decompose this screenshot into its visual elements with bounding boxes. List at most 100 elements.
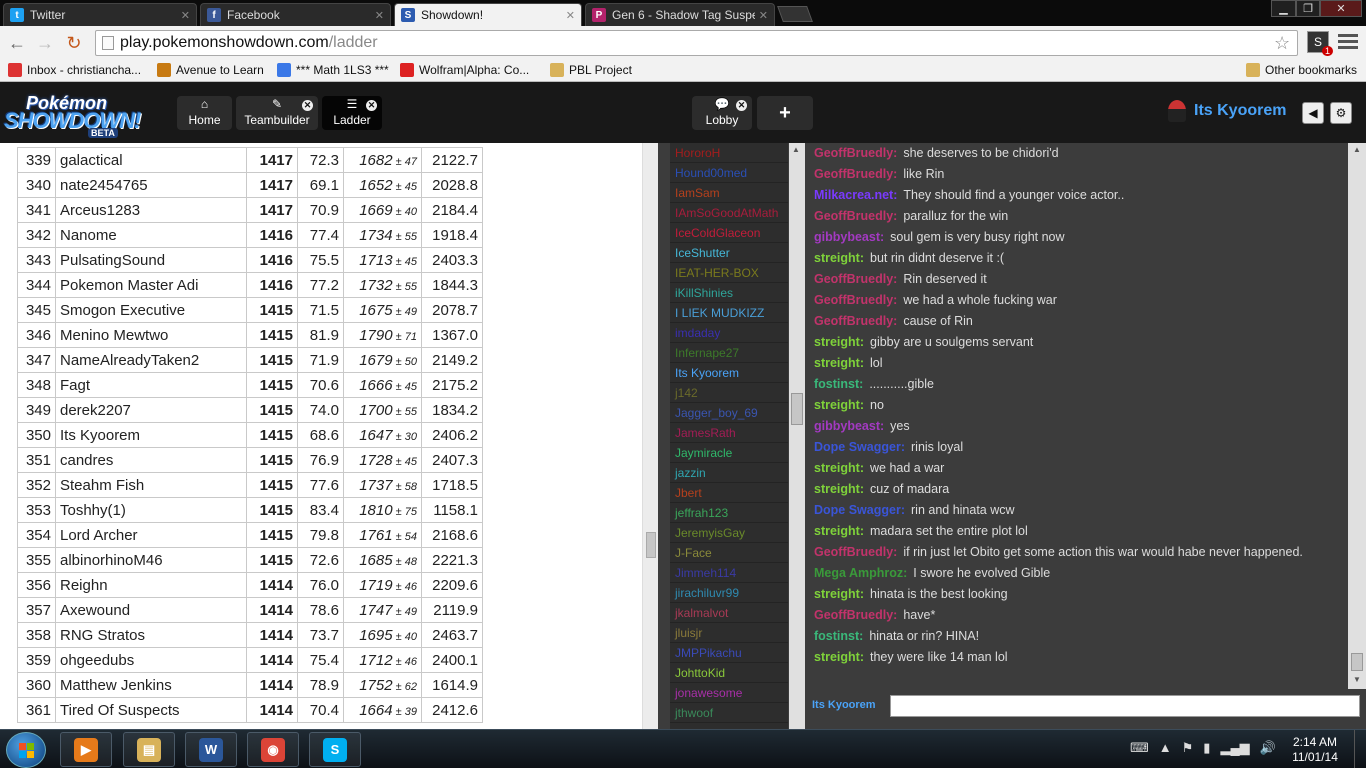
browser-tab[interactable]: S Showdown! ✕ <box>394 3 582 26</box>
reload-icon[interactable]: ↻ <box>63 32 85 54</box>
bookmark-item[interactable]: Inbox - christiancha... <box>8 63 141 77</box>
showdown-logo[interactable]: Pokémon SHOWDOWN! BETA <box>4 90 149 138</box>
ladder-row[interactable]: 353 Toshhy(1) 1415 83.4 1810 ± 75 1158.1 <box>17 497 483 523</box>
ladder-row[interactable]: 342 Nanome 1416 77.4 1734 ± 55 1918.4 <box>17 222 483 248</box>
ladder-row[interactable]: 360 Matthew Jenkins 1414 78.9 1752 ± 62 1614.… <box>17 672 483 698</box>
chat-username[interactable]: streight: <box>814 251 864 265</box>
ladder-row[interactable]: 357 Axewound 1414 78.6 1747 ± 49 2119.9 <box>17 597 483 623</box>
start-button[interactable] <box>6 732 46 768</box>
ladder-row[interactable]: 358 RNG Stratos 1414 73.7 1695 ± 40 2463.7 <box>17 622 483 648</box>
chat-username[interactable]: streight: <box>814 587 864 601</box>
chat-username[interactable]: Dope Swagger: <box>814 503 905 517</box>
room-tab-lobby[interactable]: 💬 Lobby ✕ <box>692 96 752 130</box>
ladder-row[interactable]: 346 Menino Mewtwo 1415 81.9 1790 ± 71 1367.0 <box>17 322 483 348</box>
new-tab-button[interactable] <box>777 6 813 22</box>
taskbar-app[interactable]: ▤ <box>123 732 175 767</box>
ladder-row[interactable]: 341 Arceus1283 1417 70.9 1669 ± 40 2184.4 <box>17 197 483 223</box>
minimize-button[interactable]: ▁ <box>1271 0 1296 17</box>
menu-hamburger-icon[interactable] <box>1338 34 1358 52</box>
userlist-item[interactable]: JohttoKid <box>670 663 788 683</box>
chat-username[interactable]: streight: <box>814 482 864 496</box>
bookmark-star-icon[interactable]: ☆ <box>1274 33 1290 54</box>
bookmark-item[interactable]: Avenue to Learn <box>157 63 264 77</box>
browser-tab[interactable]: P Gen 6 - Shadow Tag Suspe ✕ <box>585 3 775 26</box>
ladder-row[interactable]: 354 Lord Archer 1415 79.8 1761 ± 54 2168.6 <box>17 522 483 548</box>
scrollbar-thumb[interactable] <box>1351 653 1363 671</box>
chat-username[interactable]: Dope Swagger: <box>814 440 905 454</box>
chat-username[interactable]: streight: <box>814 650 864 664</box>
taskbar-app[interactable]: ◉ <box>247 732 299 767</box>
userlist-item[interactable]: Jimmeh114 <box>670 563 788 583</box>
other-bookmarks[interactable]: Other bookmarks <box>1246 63 1357 77</box>
chat-username[interactable]: streight: <box>814 524 864 538</box>
close-tab-icon[interactable]: ✕ <box>375 9 384 22</box>
network-icon[interactable]: ▂▄▆ <box>1220 740 1249 756</box>
close-tab-icon[interactable]: ✕ <box>566 9 575 22</box>
userlist-item[interactable]: Hound00med <box>670 163 788 183</box>
chat-username[interactable]: gibbybeast: <box>814 230 884 244</box>
ladder-row[interactable]: 344 Pokemon Master Adi 1416 77.2 1732 ± 55 18… <box>17 272 483 298</box>
chat-username[interactable]: Milkacrea.net: <box>814 188 897 202</box>
userlist-item[interactable]: Jagger_boy_69 <box>670 403 788 423</box>
ladder-row[interactable]: 350 Its Kyoorem 1415 68.6 1647 ± 30 2406.2 <box>17 422 483 448</box>
userlist-item[interactable]: jkalmalvot <box>670 603 788 623</box>
flag-icon[interactable]: ⚑ <box>1182 740 1194 756</box>
ladder-row[interactable]: 340 nate2454765 1417 69.1 1652 ± 45 2028.8 <box>17 172 483 198</box>
extension-icon[interactable]: S1 <box>1307 31 1333 56</box>
userlist-item[interactable]: IAmSoGoodAtMath <box>670 203 788 223</box>
userlist-item[interactable]: imdaday <box>670 323 788 343</box>
userlist-item[interactable]: Jbert <box>670 483 788 503</box>
close-tab-icon[interactable]: ✕ <box>366 100 377 111</box>
show-desktop-button[interactable] <box>1354 730 1366 768</box>
userlist-item[interactable]: jirachiluvr99 <box>670 583 788 603</box>
close-tab-icon[interactable]: ✕ <box>181 9 190 22</box>
taskbar-app[interactable]: ▶ <box>60 732 112 767</box>
chat-username[interactable]: GeoffBruedly: <box>814 167 897 181</box>
close-tab-icon[interactable]: ✕ <box>302 100 313 111</box>
chat-username[interactable]: streight: <box>814 398 864 412</box>
ladder-row[interactable]: 343 PulsatingSound 1416 75.5 1713 ± 45 2403.3 <box>17 247 483 273</box>
gear-icon[interactable]: ⚙ <box>1330 102 1352 124</box>
userlist-item[interactable]: Jaymiracle <box>670 443 788 463</box>
userlist-item[interactable]: jluisjr <box>670 623 788 643</box>
scroll-down-icon[interactable]: ▼ <box>1353 675 1361 684</box>
ladder-row[interactable]: 347 NameAlreadyTaken2 1415 71.9 1679 ± 50 214… <box>17 347 483 373</box>
close-tab-icon[interactable]: ✕ <box>736 100 747 111</box>
close-tab-icon[interactable]: ✕ <box>759 9 768 22</box>
userlist-item[interactable]: JamesRath <box>670 423 788 443</box>
chat-username[interactable]: GeoffBruedly: <box>814 545 897 559</box>
userlist-item[interactable]: jonawesome <box>670 683 788 703</box>
forward-arrow-icon[interactable]: → <box>34 32 56 54</box>
browser-tab[interactable]: t Twitter ✕ <box>3 3 197 26</box>
userlist-item[interactable]: I LIEK MUDKIZZ <box>670 303 788 323</box>
chat-username[interactable]: GeoffBruedly: <box>814 209 897 223</box>
ladder-row[interactable]: 356 Reighn 1414 76.0 1719 ± 46 2209.6 <box>17 572 483 598</box>
chat-username[interactable]: GeoffBruedly: <box>814 272 897 286</box>
close-window-button[interactable]: ✕ <box>1320 0 1362 17</box>
userlist-item[interactable]: j142 <box>670 383 788 403</box>
ladder-scrollbar[interactable] <box>642 143 658 729</box>
scroll-up-icon[interactable]: ▲ <box>792 145 800 154</box>
address-bar[interactable]: play.pokemonshowdown.com/ladder <box>95 30 1298 56</box>
ladder-row[interactable]: 352 Steahm Fish 1415 77.6 1737 ± 58 1718.5 <box>17 472 483 498</box>
userlist-item[interactable]: IceShutter <box>670 243 788 263</box>
userlist-item[interactable]: HororoH <box>670 143 788 163</box>
userlist-item[interactable]: IceColdGlaceon <box>670 223 788 243</box>
ladder-row[interactable]: 351 candres 1415 76.9 1728 ± 45 2407.3 <box>17 447 483 473</box>
userlist-item[interactable]: JeremyisGay <box>670 523 788 543</box>
bookmark-item[interactable]: Wolfram|Alpha: Co... <box>400 63 529 77</box>
chat-username[interactable]: GeoffBruedly: <box>814 293 897 307</box>
userlist-item[interactable]: JMPPikachu <box>670 643 788 663</box>
scroll-up-icon[interactable]: ▲ <box>1353 145 1361 154</box>
ladder-row[interactable]: 349 derek2207 1415 74.0 1700 ± 55 1834.2 <box>17 397 483 423</box>
ladder-row[interactable]: 359 ohgeedubs 1414 75.4 1712 ± 46 2400.1 <box>17 647 483 673</box>
volume-icon[interactable]: 🔊 <box>1260 740 1276 756</box>
userlist-item[interactable]: J-Face <box>670 543 788 563</box>
ladder-row[interactable]: 348 Fagt 1415 70.6 1666 ± 45 2175.2 <box>17 372 483 398</box>
chat-username[interactable]: streight: <box>814 356 864 370</box>
taskbar-app[interactable]: S <box>309 732 361 767</box>
ladder-row[interactable]: 339 galactical 1417 72.3 1682 ± 47 2122.7 <box>17 147 483 173</box>
add-room-button[interactable]: + <box>757 96 813 130</box>
bookmark-item[interactable]: PBL Project <box>550 63 632 77</box>
userlist-item[interactable]: jeffrah123 <box>670 503 788 523</box>
